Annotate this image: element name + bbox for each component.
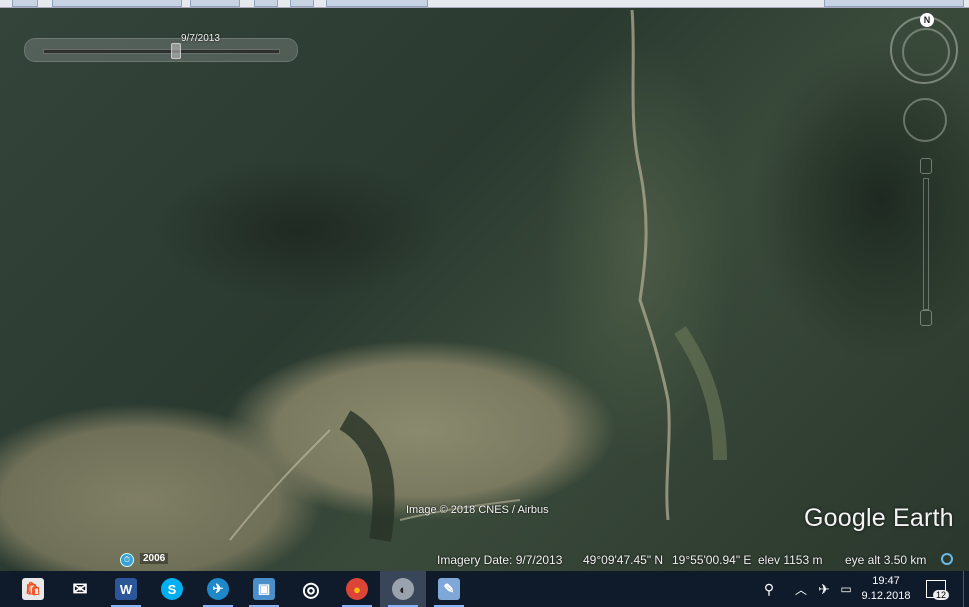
north-indicator[interactable]: N — [920, 13, 934, 27]
taskbar-clock[interactable]: 19:47 9.12.2018 — [858, 574, 914, 604]
google-earth-taskbar-item[interactable]: ◐ — [380, 571, 426, 607]
battery-icon[interactable]: ▭ — [836, 571, 856, 607]
longitude-readout: 19°55'00.94" E — [672, 553, 752, 567]
history-button[interactable] — [190, 0, 240, 7]
media-player-taskbar-item[interactable]: ◎ — [288, 571, 334, 607]
time-slider-thumb[interactable] — [171, 43, 181, 59]
airplane-app-taskbar-item[interactable]: ✈ — [195, 571, 241, 607]
clock-date: 9.12.2018 — [861, 590, 911, 602]
google-earth-logo: Google Earth — [804, 504, 954, 532]
time-slider-date: 9/7/2013 — [181, 33, 220, 44]
imagery-date: Imagery Date: 9/7/2013 — [437, 553, 563, 567]
zoom-track[interactable] — [923, 178, 929, 310]
ruler-email-print-buttons[interactable] — [326, 0, 428, 7]
store-icon: 🛍 — [22, 578, 44, 600]
satellite-map-view[interactable] — [0, 0, 969, 571]
zoom-slider[interactable] — [918, 158, 934, 328]
zoom-in-button[interactable] — [920, 158, 932, 174]
show-hidden-icons-icon[interactable]: ︿ — [792, 571, 810, 607]
historical-time-slider[interactable]: 9/7/2013 — [24, 33, 298, 62]
streaming-status-icon — [941, 553, 953, 565]
skype-taskbar-item[interactable]: S — [149, 571, 195, 607]
show-desktop-button[interactable] — [963, 571, 969, 607]
paint-taskbar-item[interactable]: ✎ — [426, 571, 472, 607]
photos-taskbar-item[interactable]: ▣ — [241, 571, 287, 607]
word-icon: W — [115, 578, 137, 600]
sign-in-button[interactable] — [824, 0, 964, 7]
eye-altitude-readout: eye alt 3.50 km — [845, 553, 927, 567]
photos-icon: ▣ — [253, 578, 275, 600]
toolbar — [0, 0, 969, 8]
chrome-taskbar-item[interactable]: ● — [334, 571, 380, 607]
planets-button[interactable] — [290, 0, 314, 7]
airplane-mode-icon[interactable]: ✈ — [814, 571, 834, 607]
terrain-features — [229, 9, 727, 542]
look-joystick[interactable] — [903, 98, 947, 142]
time-slider-track[interactable] — [43, 49, 280, 54]
zoom-out-button[interactable] — [920, 310, 932, 326]
media-player-icon: ◎ — [302, 578, 320, 601]
paint-icon: ✎ — [438, 578, 460, 600]
imagery-attribution: Image © 2018 CNES / Airbus — [406, 504, 549, 516]
windows-taskbar: 🛍 ✉ W S ✈ ▣ ◎ ● ◐ ✎ ⚲ ︿ ✈ ▭ — [0, 571, 969, 607]
skype-icon: S — [161, 578, 183, 600]
elevation-readout: elev 1153 m — [758, 553, 823, 567]
chrome-icon: ● — [346, 578, 368, 600]
navigation-ring-inner[interactable] — [902, 28, 950, 76]
sidebar-toggle-button[interactable] — [12, 0, 38, 7]
status-bar: Imagery Date: 9/7/2013 49°09'47.45" N 19… — [0, 550, 969, 571]
google-earth-icon: ◐ — [392, 578, 414, 600]
airplane-app-icon: ✈ — [207, 578, 229, 600]
word-taskbar-item[interactable]: W — [103, 571, 149, 607]
clock-time: 19:47 — [872, 575, 900, 587]
mail-taskbar-item[interactable]: ✉ — [57, 571, 103, 607]
latitude-readout: 49°09'47.45" N — [583, 553, 664, 567]
store-taskbar-item[interactable]: 🛍 — [10, 571, 56, 607]
notification-count-badge: 12 — [933, 590, 950, 600]
mail-icon: ✉ — [72, 578, 88, 599]
sun-button[interactable] — [254, 0, 278, 7]
placemark-tools-button[interactable] — [52, 0, 182, 7]
people-icon[interactable]: ⚲ — [758, 571, 780, 607]
